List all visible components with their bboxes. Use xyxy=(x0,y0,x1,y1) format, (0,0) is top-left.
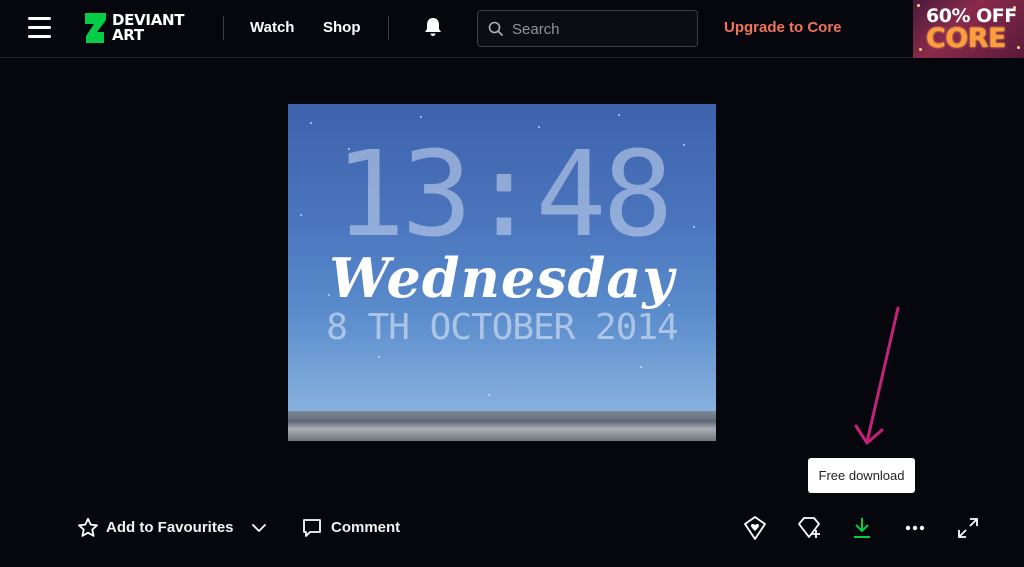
add-to-favourites-label: Add to Favourites xyxy=(106,519,234,536)
deviantart-logo[interactable]: DEVIANT ART xyxy=(82,12,202,46)
download-tooltip: Free download xyxy=(808,458,915,493)
star-icon xyxy=(78,517,98,537)
bell-icon[interactable] xyxy=(422,16,444,38)
nav-shop-link[interactable]: Shop xyxy=(323,19,361,37)
annotation-arrow-icon xyxy=(854,306,900,445)
artwork-day-text: Wednesday xyxy=(329,246,675,310)
promo-core-text: CORE xyxy=(926,23,1007,54)
logo-wordmark: DEVIANT ART xyxy=(112,11,185,44)
promo-sparkle xyxy=(1017,46,1020,49)
artwork-star xyxy=(310,122,312,124)
nav-divider xyxy=(388,16,389,40)
search-input[interactable] xyxy=(512,17,692,41)
badge-plus-icon[interactable] xyxy=(796,515,822,541)
hamburger-menu-icon[interactable] xyxy=(28,17,51,39)
artwork-date-text: 8 TH OCTOBER 2014 xyxy=(326,307,678,348)
artwork-star xyxy=(488,394,490,396)
artwork-sea-horizon xyxy=(288,411,716,441)
heart-badge-icon[interactable] xyxy=(742,515,768,541)
nav-watch-link[interactable]: Watch xyxy=(250,19,294,37)
artwork-star xyxy=(640,366,642,368)
more-dots-icon[interactable] xyxy=(902,515,928,541)
artwork-star xyxy=(420,116,422,118)
search-icon xyxy=(488,21,504,37)
deviantart-logo-mark-icon xyxy=(85,13,106,43)
artwork-star xyxy=(618,114,620,116)
upgrade-to-core-link[interactable]: Upgrade to Core xyxy=(724,19,842,37)
comment-bubble-icon xyxy=(303,519,321,537)
nav-divider xyxy=(223,16,224,40)
promo-sparkle xyxy=(917,4,920,7)
search-box[interactable] xyxy=(477,10,698,47)
comment-label: Comment xyxy=(331,519,401,536)
download-icon[interactable] xyxy=(849,515,875,541)
artwork-star xyxy=(378,356,380,358)
chevron-down-icon[interactable] xyxy=(249,520,269,536)
artwork-image[interactable]: 13:48 Wednesday 8 TH OCTOBER 2014 xyxy=(288,104,716,441)
top-navigation-bar: DEVIANT ART Watch Shop Upgrade to Core 6… xyxy=(0,0,1024,58)
expand-icon[interactable] xyxy=(955,515,981,541)
promo-sparkle xyxy=(919,48,922,51)
core-promo-banner[interactable]: 60% OFF CORE xyxy=(913,0,1024,58)
artwork-time-text: 13:48 xyxy=(334,125,673,263)
